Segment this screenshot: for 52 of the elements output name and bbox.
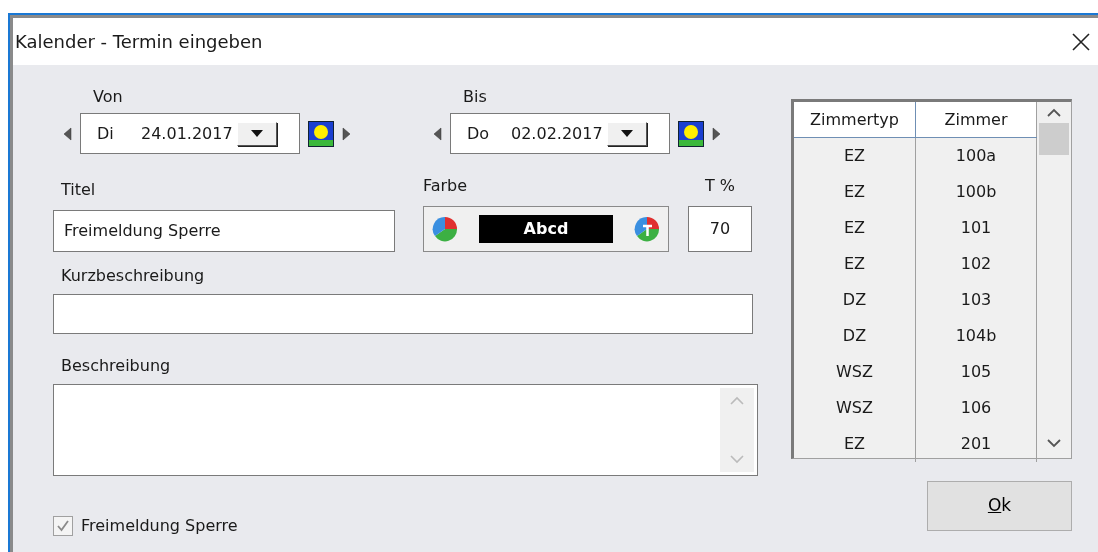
description-label: Beschreibung [61,355,171,377]
table-cell: 102 [916,246,1037,282]
scroll-up-icon[interactable] [1047,108,1061,117]
color-wheel-icon[interactable] [634,216,660,242]
close-icon[interactable] [1072,32,1090,51]
title-label: Titel [61,179,96,201]
table-cell: 201 [916,426,1037,462]
previous-arrow-icon[interactable] [433,126,442,141]
column-header[interactable]: Zimmertyp [794,102,916,137]
transparency-field[interactable]: 70 [688,206,752,252]
scrollbar-thumb[interactable] [1039,123,1069,155]
color-wheel-icon[interactable] [432,216,458,242]
table-cell: 105 [916,354,1037,390]
table-cell: 106 [916,390,1037,426]
dropdown-button[interactable] [236,121,277,146]
table-cell: DZ [794,318,916,354]
next-arrow-icon[interactable] [342,126,351,141]
caret-icon [620,130,633,137]
table-cell: 103 [916,282,1037,318]
calendar-picture-icon[interactable] [678,120,704,147]
scroll-down-icon[interactable] [1047,439,1061,448]
title-field[interactable]: Freimeldung Sperre [53,210,395,252]
window-title: Kalender - Termin eingeben [15,30,263,54]
color-label: Farbe [423,175,468,197]
table-cell: EZ [794,246,916,282]
table-cell: WSZ [794,390,916,426]
table-cell: WSZ [794,354,916,390]
date-field[interactable]: Di 24.01.2017 [80,113,300,154]
table-cell: 104b [916,318,1037,354]
dropdown-button[interactable] [606,121,647,146]
von-label: Von [93,86,123,108]
table-cell: EZ [794,138,916,174]
bis-label: Bis [463,86,487,108]
previous-arrow-icon[interactable] [63,126,72,141]
date-field[interactable]: Do 02.02.2017 [450,113,670,154]
table-cell: 101 [916,210,1037,246]
table-cell: EZ [794,210,916,246]
color-preview: Abcd [479,215,613,243]
caret-icon [250,130,263,137]
checkbox-label: Freimeldung Sperre [81,515,238,537]
table-cell: 100a [916,138,1037,174]
short-description-label: Kurzbeschreibung [61,265,205,287]
table-cell: 100b [916,174,1037,210]
next-arrow-icon[interactable] [712,126,721,141]
table-cell: EZ [794,426,916,462]
table-cell: DZ [794,282,916,318]
ok-button[interactable]: Ok [927,481,1072,531]
table-cell: EZ [794,174,916,210]
transparency-label: T % [704,175,736,197]
column-header[interactable]: Zimmer [916,102,1037,137]
short-description-field[interactable] [53,294,753,334]
calendar-picture-icon[interactable] [308,120,334,147]
